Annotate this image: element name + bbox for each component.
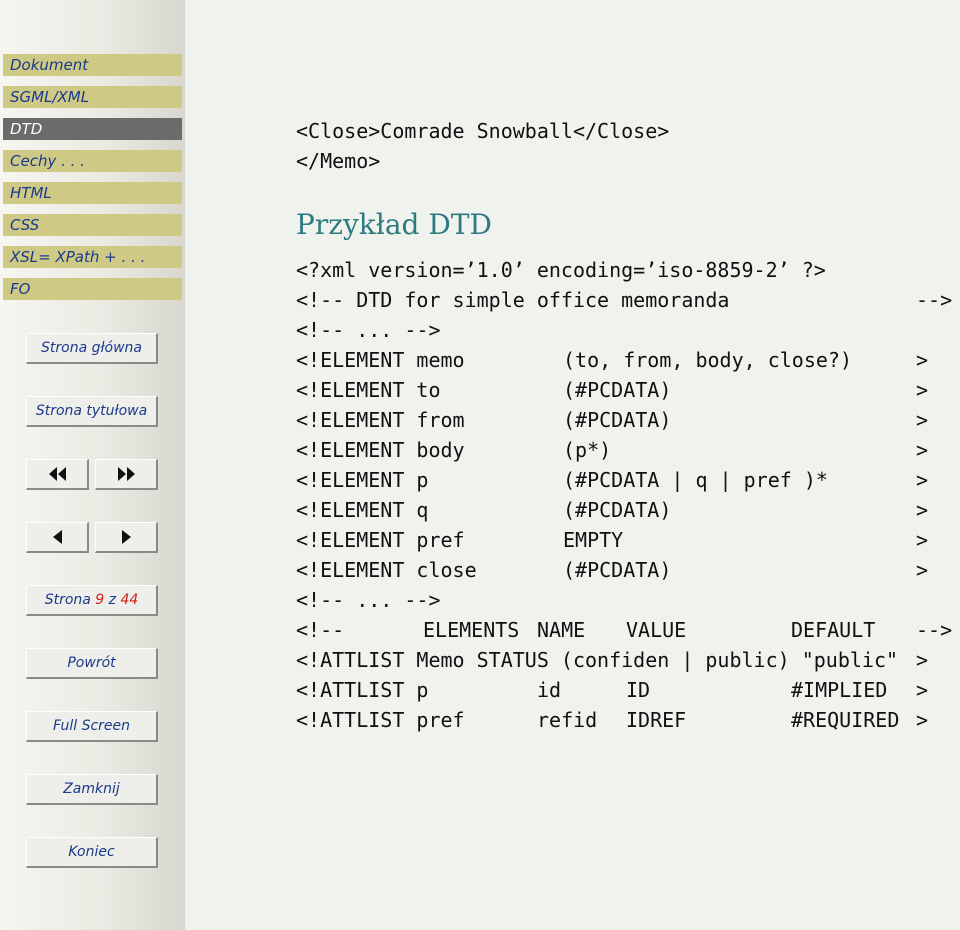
code-token: (#PCDATA) (563, 378, 672, 402)
title-page-button[interactable]: Strona tytułowa (26, 396, 158, 427)
code-token: #REQUIRED (791, 708, 900, 732)
code-token: > (916, 558, 929, 582)
code-token: IDREF (626, 708, 687, 732)
code-token: <!ELEMENT q (296, 498, 429, 522)
nav-item-css[interactable]: CSS (3, 214, 182, 236)
code-token: <!ELEMENT close (296, 558, 477, 582)
code-token: (#PCDATA | q | pref )* (563, 468, 828, 492)
page-indicator: Strona 9 z 44 (26, 585, 158, 616)
code-token: ELEMENTS (423, 618, 520, 642)
code-token: > (916, 678, 929, 702)
close-button[interactable]: Zamknij (26, 774, 158, 805)
code-token: id (537, 678, 562, 702)
code-token: <!ELEMENT from (296, 408, 465, 432)
code-token: <!ELEMENT pref (296, 528, 465, 552)
next-page-button[interactable] (95, 522, 158, 553)
code-token: (to, from, body, close?) (563, 348, 852, 372)
code-token: <!-- DTD for simple office memoranda (296, 288, 730, 312)
right-arrow-icon (122, 530, 131, 544)
code-token: #IMPLIED (791, 678, 888, 702)
page-prefix: Strona (44, 592, 91, 608)
nav-item-dtd[interactable]: DTD (3, 118, 182, 140)
code-token: > (916, 708, 929, 732)
section-heading: Przykład DTD (296, 208, 492, 241)
code-token: (#PCDATA) (563, 498, 672, 522)
code-token: > (916, 528, 929, 552)
double-left-arrow-icon (49, 467, 66, 481)
code-token: VALUE (626, 618, 687, 642)
code-token: <?xml version=’1.0’ encoding=’iso-8859-2… (296, 258, 826, 282)
last-page-button[interactable] (95, 459, 158, 490)
sidebar: Dokument SGML/XML DTD Cechy . . . HTML C… (0, 0, 185, 930)
code-token: <!ELEMENT p (296, 468, 429, 492)
code-token: ID (626, 678, 651, 702)
full-screen-button[interactable]: Full Screen (26, 711, 158, 742)
back-button[interactable]: Powrót (26, 648, 158, 679)
code-token: <!ELEMENT to (296, 378, 441, 402)
code-token: > (916, 438, 929, 462)
code-token: > (916, 348, 929, 372)
code-token: <!ATTLIST p (296, 678, 429, 702)
code-token: <!ATTLIST Memo STATUS (confiden | public… (296, 648, 899, 672)
code-token: EMPTY (563, 528, 624, 552)
code-token: <!ELEMENT memo (296, 348, 465, 372)
code-token: > (916, 468, 929, 492)
code-token: refid (537, 708, 598, 732)
nav-item-fo[interactable]: FO (3, 278, 182, 300)
code-token: > (916, 408, 929, 432)
nav-item-sgml-xml[interactable]: SGML/XML (3, 86, 182, 108)
page-total: 44 (120, 592, 139, 608)
page-current: 9 (95, 592, 105, 608)
nav-item-cechy[interactable]: Cechy . . . (3, 150, 182, 172)
code-top-line: </Memo> (296, 149, 381, 173)
double-right-arrow-icon (118, 467, 135, 481)
code-token: (p*) (563, 438, 612, 462)
previous-page-button[interactable] (26, 522, 89, 553)
code-token: <!ATTLIST pref (296, 708, 465, 732)
code-token: > (916, 648, 929, 672)
code-token: <!ELEMENT body (296, 438, 465, 462)
nav-item-xsl[interactable]: XSL= XPath + . . . (3, 246, 182, 268)
page-separator: z (108, 592, 117, 608)
code-token: <!-- (296, 618, 345, 642)
code-token: NAME (537, 618, 586, 642)
code-token: <!-- ... --> (296, 318, 441, 342)
left-arrow-icon (53, 530, 62, 544)
code-token: (#PCDATA) (563, 408, 672, 432)
slide-content: <Close>Comrade Snowball</Close> </Memo> … (296, 0, 960, 930)
nav-item-dokument[interactable]: Dokument (3, 54, 182, 76)
quit-button[interactable]: Koniec (26, 837, 158, 868)
first-page-button[interactable] (26, 459, 89, 490)
code-token: > (916, 378, 929, 402)
nav-item-html[interactable]: HTML (3, 182, 182, 204)
code-token: --> (916, 288, 953, 312)
code-token: (#PCDATA) (563, 558, 672, 582)
home-button[interactable]: Strona główna (26, 333, 158, 364)
code-token: <!-- ... --> (296, 588, 441, 612)
code-token: DEFAULT (791, 618, 876, 642)
code-token: --> (916, 618, 953, 642)
code-top-line: <Close>Comrade Snowball</Close> (296, 119, 670, 143)
code-token: > (916, 498, 929, 522)
